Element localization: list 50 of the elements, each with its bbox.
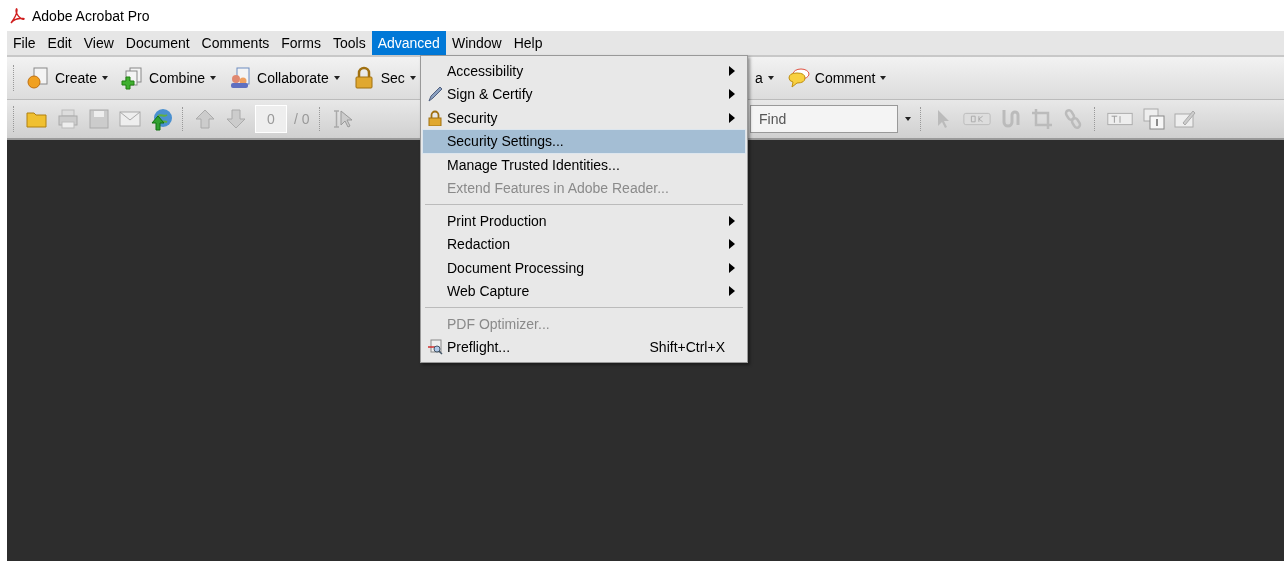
menu-item[interactable]: Sign & Certify (423, 82, 745, 106)
dropdown-caret-icon (333, 76, 340, 80)
menu-item[interactable]: Security Settings... (423, 129, 745, 153)
menu-item[interactable]: Comments (195, 31, 276, 55)
toolbar-button[interactable]: Create (22, 66, 113, 90)
menu-item[interactable]: Print Production (423, 209, 745, 233)
menu-item[interactable]: Advanced (371, 31, 446, 55)
dropdown-caret-icon (409, 76, 416, 80)
menu-item[interactable]: Manage Trusted Identities... (423, 153, 745, 177)
page-count: / 0 (294, 111, 310, 127)
dropdown-caret-icon (767, 76, 774, 80)
pen-icon (427, 86, 443, 103)
menu-item[interactable]: Document (119, 31, 196, 55)
menu-item[interactable]: Accessibility (423, 59, 745, 83)
menu-item[interactable]: Help (507, 31, 549, 55)
dropdown-caret-icon[interactable] (905, 117, 911, 121)
combine-documents-icon (120, 66, 145, 90)
dropdown-caret-icon (210, 76, 217, 80)
menu-item[interactable]: File (7, 31, 42, 55)
lock-icon (427, 109, 443, 126)
menu-item[interactable]: Edit (41, 31, 78, 55)
down-arrow-icon[interactable] (224, 107, 248, 131)
people-document-icon (228, 66, 253, 90)
number-field-icon[interactable] (1142, 107, 1166, 131)
up-arrow-icon[interactable] (193, 107, 217, 131)
toolbar-button[interactable]: Combine (116, 66, 221, 90)
magnifier-document-icon (427, 339, 443, 356)
menu-item[interactable]: Preflight... Shift+Ctrl+X (423, 335, 745, 359)
menu-item[interactable]: Web Capture (423, 279, 745, 303)
menu-item[interactable]: View (77, 31, 120, 55)
menu-item[interactable]: Forms (275, 31, 327, 55)
acrobat-logo-icon (9, 7, 25, 24)
find-field[interactable]: Find (750, 105, 898, 133)
menu-item[interactable]: Redaction (423, 232, 745, 256)
toolbar-button[interactable]: Comment (781, 66, 891, 90)
menu-item[interactable]: Document Processing (423, 256, 745, 280)
shortcut-label: Shift+Ctrl+X (649, 339, 725, 356)
printer-icon[interactable] (56, 107, 80, 131)
menu-item[interactable]: Window (445, 31, 508, 55)
toolbar-button[interactable]: a (751, 70, 778, 86)
speech-bubbles-icon (785, 66, 810, 90)
dropdown-caret-icon (102, 76, 109, 80)
toolbar-button[interactable]: Collaborate (224, 66, 344, 90)
menu-item[interactable]: Tools (326, 31, 372, 55)
globe-upload-icon[interactable] (149, 107, 173, 131)
window-title: Adobe Acrobat Pro (32, 7, 150, 24)
toolbar-button[interactable]: Sec (347, 66, 420, 90)
crop-icon[interactable] (1030, 107, 1054, 131)
dropdown-caret-icon (880, 76, 887, 80)
menu-item[interactable]: Security (423, 106, 745, 130)
